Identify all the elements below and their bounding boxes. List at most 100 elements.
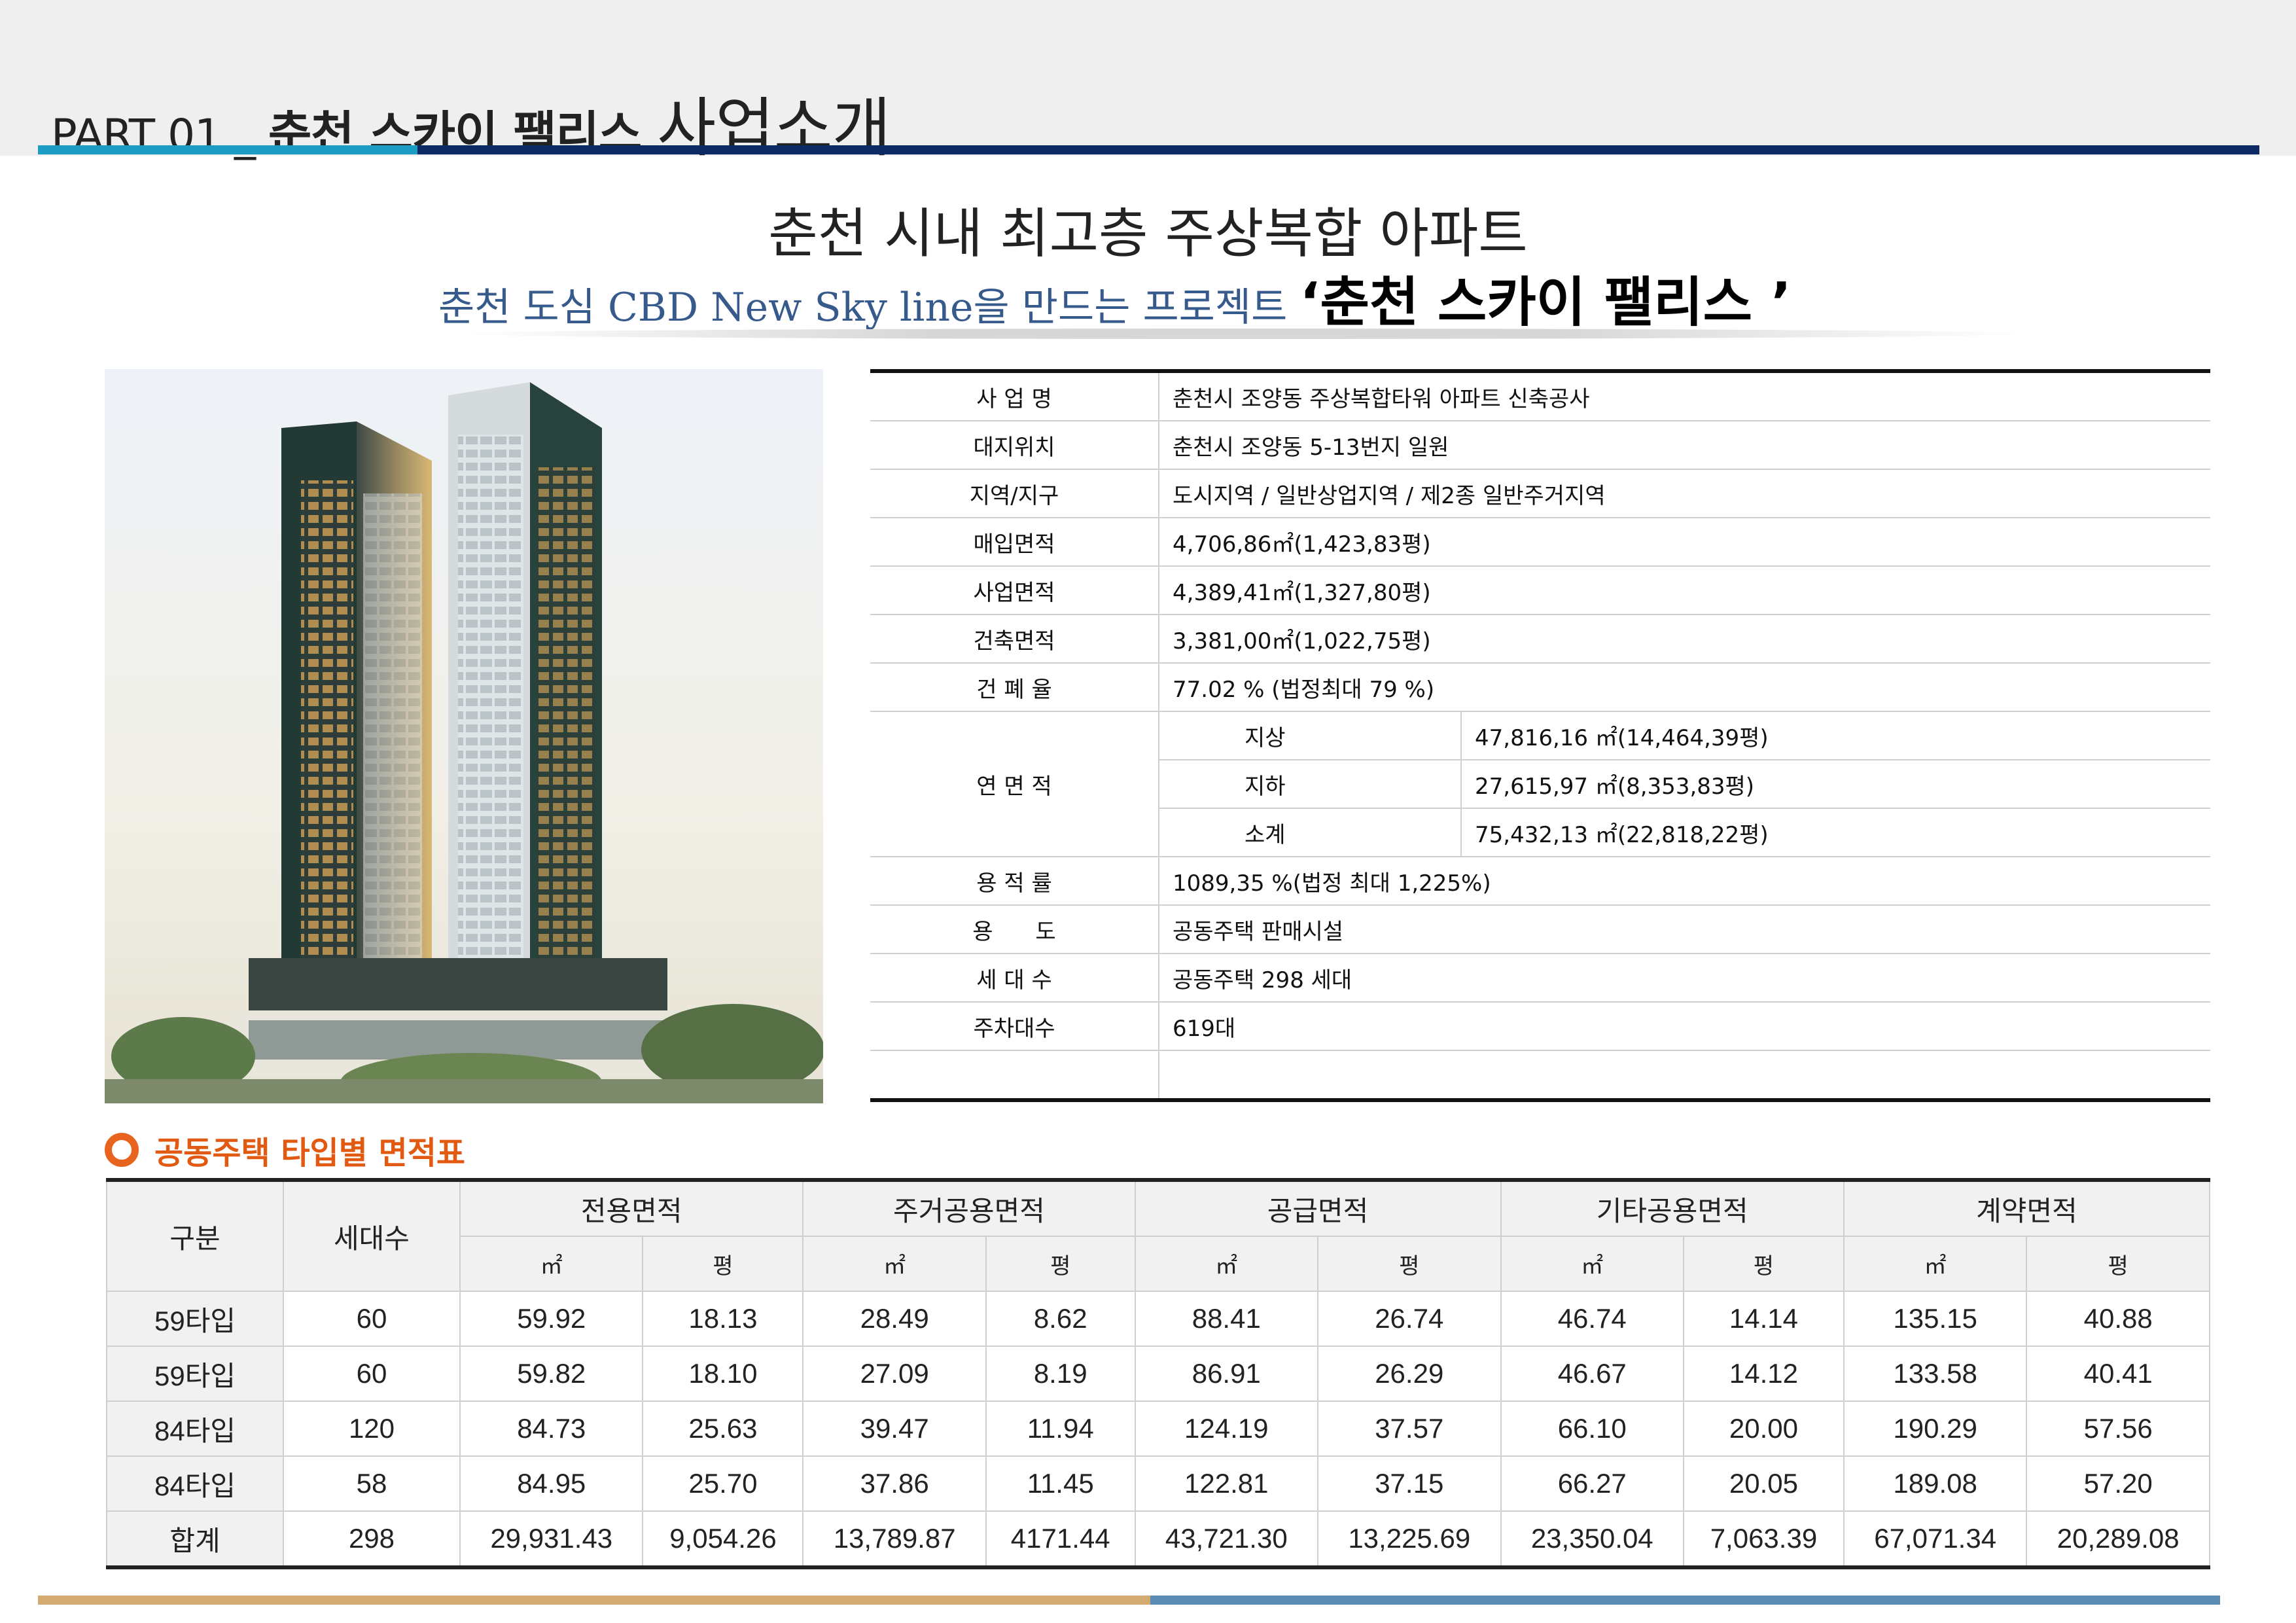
info-row: 사업면적 4,389,41㎡(1,327,80평) xyxy=(870,566,2210,615)
info-row: 주차대수 619대 xyxy=(870,1002,2210,1051)
row-value: 26.74 xyxy=(1317,1291,1502,1347)
row-value: 57.20 xyxy=(2026,1455,2210,1512)
area-table: 구분 세대수 전용면적 주거공용면적 공급면적 기타공용면적 계약면적 ㎡ 평 … xyxy=(106,1178,2211,1569)
group-header: 기타공용면적 xyxy=(1500,1178,1845,1237)
info-value: 춘천시 조양동 5-13번지 일원 xyxy=(1159,421,2210,470)
info-value: 도시지역 / 일반상업지역 / 제2종 일반주거지역 xyxy=(1159,469,2210,518)
info-label: 사 업 명 xyxy=(870,369,1159,421)
info-label: 사업면적 xyxy=(870,566,1159,615)
subline-text: 춘천 도심 CBD New Sky line을 만드는 프로젝트 xyxy=(438,285,1300,330)
pyeong-header: 평 xyxy=(1682,1236,1845,1292)
info-row: 대지위치 춘천시 조양동 5-13번지 일원 xyxy=(870,421,2210,470)
sqm-header: ㎡ xyxy=(1134,1236,1319,1292)
floor-area-value: 75,432,13 ㎡(22,818,22평) xyxy=(1461,808,2210,857)
sqm-header: ㎡ xyxy=(802,1236,987,1292)
info-label: 건 폐 율 xyxy=(870,663,1159,712)
row-value: 59.92 xyxy=(459,1291,644,1347)
info-label: 용 적 률 xyxy=(870,857,1159,906)
row-value: 40.41 xyxy=(2026,1346,2210,1402)
subline-highlight: ‘춘천 스카이 팰리스 ’ xyxy=(1299,272,1792,334)
row-type: 합계 xyxy=(106,1510,284,1569)
row-value: 18.13 xyxy=(642,1291,804,1347)
area-table-row: 합계 298 29,931.43 9,054.26 13,789.87 4171.44 43… xyxy=(106,1510,2210,1569)
area-table-row: 59타입 60 59.92 18.13 28.49 8.62 88.41 26.74 46.74… xyxy=(106,1291,2210,1347)
area-table-row: 59타입 60 59.82 18.10 27.09 8.19 86.91 26.29 46.67… xyxy=(106,1346,2210,1402)
pyeong-header: 평 xyxy=(2026,1236,2210,1292)
row-value: 39.47 xyxy=(802,1400,987,1457)
page-title: PART 01 _ 춘천 스카이 팰리스 사업소개 xyxy=(51,76,891,169)
header-main-bar xyxy=(417,145,2259,154)
row-value: 133.58 xyxy=(1843,1346,2028,1402)
info-row: 건 폐 율 77.02 % (법정최대 79 %) xyxy=(870,663,2210,712)
info-value: 춘천시 조양동 주상복합타워 아파트 신축공사 xyxy=(1159,369,2210,421)
info-row: 용 적 률 1089,35 %(법정 최대 1,225%) xyxy=(870,857,2210,906)
row-value: 7,063.39 xyxy=(1682,1510,1845,1569)
row-value: 25.70 xyxy=(642,1455,804,1512)
sqm-header: ㎡ xyxy=(1500,1236,1684,1292)
row-value: 84.95 xyxy=(459,1455,644,1512)
row-value: 13,789.87 xyxy=(802,1510,987,1569)
row-value: 67,071.34 xyxy=(1843,1510,2028,1569)
info-label: 세 대 수 xyxy=(870,954,1159,1003)
row-value: 135.15 xyxy=(1843,1291,2028,1347)
row-units: 60 xyxy=(283,1291,461,1347)
pyeong-header: 평 xyxy=(642,1236,804,1292)
info-value: 공동주택 298 세대 xyxy=(1159,954,2210,1003)
area-table-row: 84타입 58 84.95 25.70 37.86 11.45 122.81 37.15 66.… xyxy=(106,1455,2210,1512)
info-label: 대지위치 xyxy=(870,421,1159,470)
headline: 춘천 시내 최고층 주상복합 아파트 xyxy=(768,203,1528,265)
info-row: 지역/지구 도시지역 / 일반상업지역 / 제2종 일반주거지역 xyxy=(870,469,2210,518)
row-type: 59타입 xyxy=(106,1291,284,1347)
row-value: 26.29 xyxy=(1317,1346,1502,1402)
units-header: 세대수 xyxy=(283,1178,461,1292)
row-value: 66.10 xyxy=(1500,1400,1684,1457)
row-value: 20.05 xyxy=(1682,1455,1845,1512)
divider-shadow xyxy=(458,329,2028,339)
group-header: 계약면적 xyxy=(1843,1178,2211,1237)
subline: 춘천 도심 CBD New Sky line을 만드는 프로젝트 ‘춘천 스카이… xyxy=(438,259,1969,336)
row-value: 43,721.30 xyxy=(1134,1510,1319,1569)
group-header: 공급면적 xyxy=(1134,1178,1502,1237)
info-value: 3,381,00㎡(1,022,75평) xyxy=(1159,615,2210,664)
row-value: 20.00 xyxy=(1682,1400,1845,1457)
area-section-title-text: 공동주택 타입별 면적표 xyxy=(154,1135,466,1171)
info-label: 건축면적 xyxy=(870,615,1159,664)
row-value: 46.74 xyxy=(1500,1291,1684,1347)
floor-area-name: 소계 xyxy=(1159,808,1462,857)
circle-bullet-icon xyxy=(105,1133,139,1167)
info-value: 619대 xyxy=(1159,1002,2210,1051)
row-value: 23,350.04 xyxy=(1500,1510,1684,1569)
floor-area-value: 47,816,16 ㎡(14,464,39평) xyxy=(1461,711,2210,760)
info-label: 연 면 적 xyxy=(870,711,1159,857)
info-value xyxy=(1159,1050,2210,1102)
row-value: 37.57 xyxy=(1317,1400,1502,1457)
floor-area-name: 지하 xyxy=(1159,760,1462,809)
row-value: 8.62 xyxy=(985,1291,1136,1347)
row-units: 60 xyxy=(283,1346,461,1402)
sqm-header: ㎡ xyxy=(1843,1236,2028,1292)
info-value: 공동주택 판매시설 xyxy=(1159,905,2210,954)
row-value: 27.09 xyxy=(802,1346,987,1402)
row-value: 40.88 xyxy=(2026,1291,2210,1347)
info-value: 4,706,86㎡(1,423,83평) xyxy=(1159,518,2210,567)
info-row: 세 대 수 공동주택 298 세대 xyxy=(870,954,2210,1003)
type-header: 구분 xyxy=(106,1178,284,1292)
area-table-row: 84타입 120 84.73 25.63 39.47 11.94 124.19 37.57 66… xyxy=(106,1400,2210,1457)
row-units: 298 xyxy=(283,1510,461,1569)
area-header-row: 구분 세대수 전용면적 주거공용면적 공급면적 기타공용면적 계약면적 xyxy=(106,1178,2211,1292)
sqm-header: ㎡ xyxy=(459,1236,644,1292)
info-row: 용 도 공동주택 판매시설 xyxy=(870,905,2210,954)
info-label xyxy=(870,1050,1159,1102)
row-value: 189.08 xyxy=(1843,1455,2028,1512)
group-header: 전용면적 xyxy=(459,1178,804,1237)
row-value: 18.10 xyxy=(642,1346,804,1402)
project-info-table: 사 업 명 춘천시 조양동 주상복합타워 아파트 신축공사 대지위치 춘천시 조양동… xyxy=(870,369,2210,1102)
row-value: 29,931.43 xyxy=(459,1510,644,1569)
row-value: 13,225.69 xyxy=(1317,1510,1502,1569)
row-value: 46.67 xyxy=(1500,1346,1684,1402)
info-label: 매입면적 xyxy=(870,518,1159,567)
group-header: 주거공용면적 xyxy=(802,1178,1136,1237)
footer-accent-bar xyxy=(38,1596,1150,1605)
row-value: 122.81 xyxy=(1134,1455,1319,1512)
footer-main-bar xyxy=(1150,1596,2220,1605)
